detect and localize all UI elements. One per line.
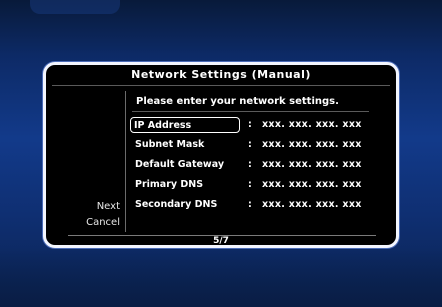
field-separator: : [248, 179, 252, 190]
prompt-divider [132, 111, 369, 112]
settings-list: IP Address : xxx. xxx. xxx. xxx Subnet M… [130, 117, 392, 217]
primary-dns-value: xxx. xxx. xxx. xxx [262, 179, 362, 190]
network-settings-dialog: Network Settings (Manual) Next Cancel Pl… [43, 62, 399, 248]
bottom-gradient [0, 247, 442, 307]
title-divider [52, 85, 390, 86]
column-divider [125, 91, 126, 232]
instruction-text: Please enter your network settings. [136, 96, 339, 107]
default-gateway-value: xxx. xxx. xxx. xxx [262, 159, 362, 170]
field-separator: : [248, 199, 252, 210]
primary-dns-label[interactable]: Primary DNS [132, 177, 238, 193]
tv-screen: Network Settings (Manual) Next Cancel Pl… [0, 0, 442, 307]
field-separator: : [248, 119, 252, 130]
field-row-ip-address[interactable]: IP Address : xxx. xxx. xxx. xxx [130, 117, 392, 137]
field-separator: : [248, 139, 252, 150]
next-button[interactable]: Next [97, 201, 120, 212]
cancel-button[interactable]: Cancel [86, 217, 120, 228]
field-row-secondary-dns[interactable]: Secondary DNS : xxx. xxx. xxx. xxx [130, 197, 392, 217]
dialog-title: Network Settings (Manual) [131, 68, 311, 81]
subnet-mask-value: xxx. xxx. xxx. xxx [262, 139, 362, 150]
secondary-dns-label[interactable]: Secondary DNS [132, 197, 238, 213]
field-row-primary-dns[interactable]: Primary DNS : xxx. xxx. xxx. xxx [130, 177, 392, 197]
field-row-default-gateway[interactable]: Default Gateway : xxx. xxx. xxx. xxx [130, 157, 392, 177]
field-separator: : [248, 159, 252, 170]
default-gateway-label[interactable]: Default Gateway [132, 157, 238, 173]
page-indicator: 5/7 [213, 236, 229, 246]
top-decoration [30, 0, 120, 14]
ip-address-label[interactable]: IP Address [130, 117, 240, 133]
nav-column: Next Cancel [46, 89, 124, 234]
field-row-subnet-mask[interactable]: Subnet Mask : xxx. xxx. xxx. xxx [130, 137, 392, 157]
subnet-mask-label[interactable]: Subnet Mask [132, 137, 238, 153]
secondary-dns-value: xxx. xxx. xxx. xxx [262, 199, 362, 210]
ip-address-value: xxx. xxx. xxx. xxx [262, 119, 362, 130]
